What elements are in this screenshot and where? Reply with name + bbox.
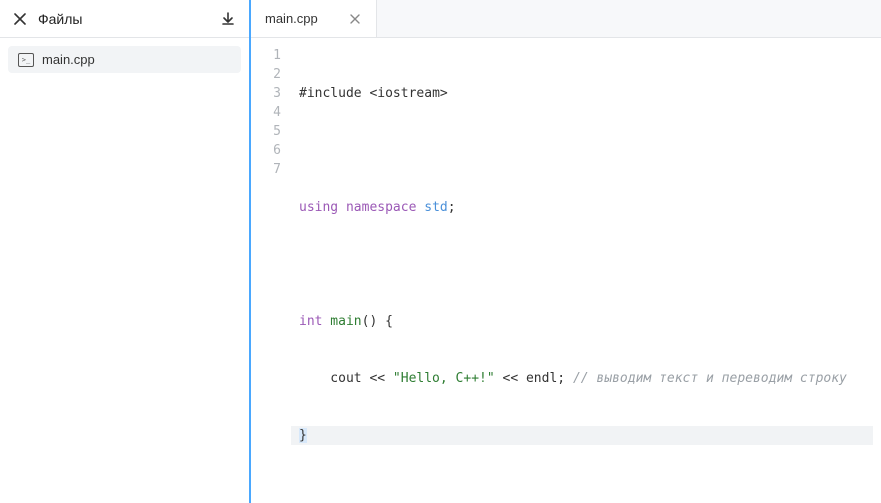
tab-label: main.cpp [265,11,318,26]
line-number: 7 [251,160,281,179]
line-number: 5 [251,122,281,141]
code-content[interactable]: #include <iostream> using namespace std;… [291,38,881,503]
sidebar: Файлы >_ main.cpp [0,0,251,503]
close-icon[interactable] [348,12,362,26]
code-editor[interactable]: 1 2 3 4 5 6 7 #include <iostream> using … [251,38,881,503]
file-list: >_ main.cpp [0,38,249,81]
line-gutter: 1 2 3 4 5 6 7 [251,38,291,503]
line-number: 1 [251,46,281,65]
line-number: 6 [251,141,281,160]
file-item-main[interactable]: >_ main.cpp [8,46,241,73]
tab-main[interactable]: main.cpp [251,0,377,37]
code-line: int main() { [299,312,881,331]
code-line: #include <iostream> [299,84,881,103]
editor-area: main.cpp 1 2 3 4 5 6 7 #include <iostrea… [251,0,881,503]
code-line-active: } [291,426,873,445]
file-name-label: main.cpp [42,52,95,67]
line-number: 4 [251,103,281,122]
line-number: 3 [251,84,281,103]
line-number: 2 [251,65,281,84]
tab-bar: main.cpp [251,0,881,38]
code-line: using namespace std; [299,198,881,217]
code-line [299,141,881,160]
code-line: cout << "Hello, C++!" << endl; // выводи… [299,369,881,388]
close-icon[interactable] [12,11,28,27]
code-line [299,255,881,274]
terminal-icon: >_ [18,53,34,67]
download-icon[interactable] [219,10,237,28]
sidebar-title: Файлы [38,11,209,27]
sidebar-header: Файлы [0,0,249,38]
